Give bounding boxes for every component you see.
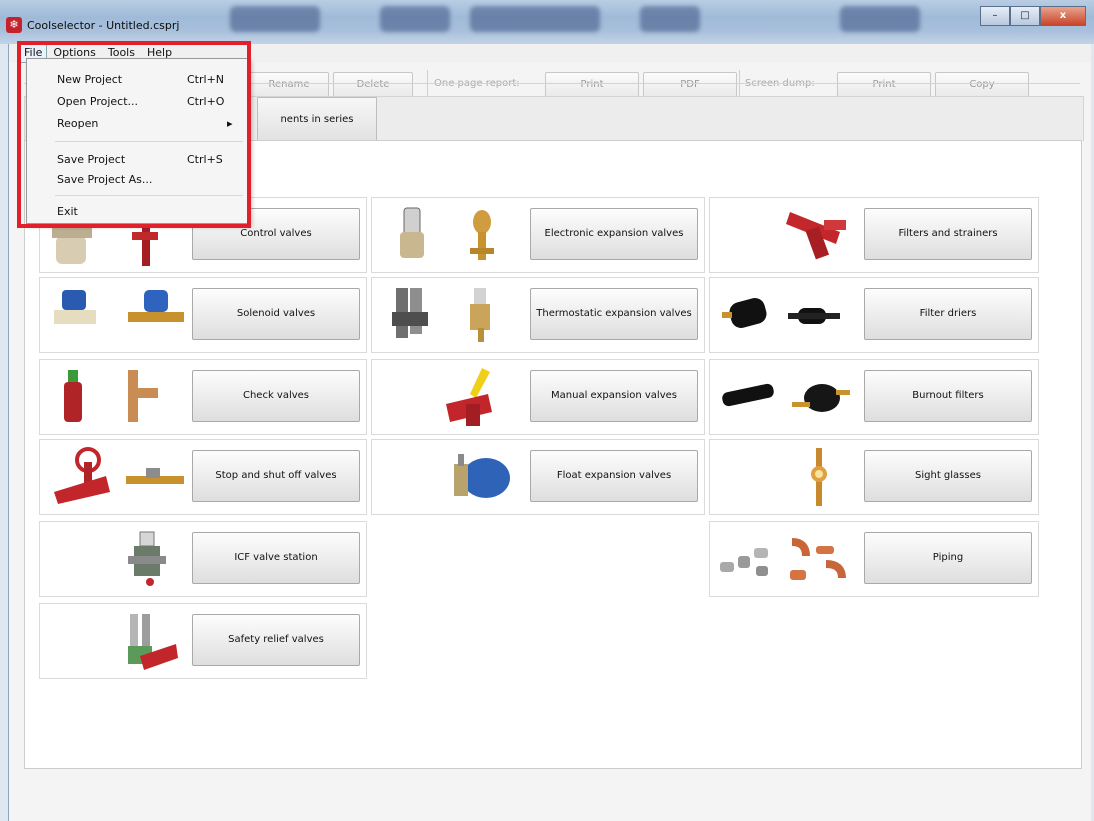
app-logo-icon[interactable]: ❄: [6, 17, 22, 33]
manual-expansion-valve-icon: [446, 368, 492, 426]
filters-and-strainers-button[interactable]: Filters and strainers: [864, 208, 1032, 260]
thermostatic-expansion-valve-icon: [392, 288, 490, 342]
dump-print-button[interactable]: Print: [837, 72, 931, 98]
check-valve-icon: [64, 370, 158, 422]
electronic-expansion-valves-button[interactable]: Electronic expansion valves: [530, 208, 698, 260]
stop-and-shut-off-valves-button[interactable]: Stop and shut off valves: [192, 450, 360, 502]
panel-sight-glasses: Sight glasses: [709, 439, 1039, 515]
report-pdf-button[interactable]: PDF: [643, 72, 737, 98]
rename-button[interactable]: Rename: [249, 72, 329, 98]
toolbar-separator: [739, 70, 740, 98]
filter-strainer-icon: [786, 212, 846, 260]
title-bar-reflection: [380, 6, 450, 32]
float-expansion-valves-button[interactable]: Float expansion valves: [530, 450, 698, 502]
float-expansion-valve-icon: [454, 454, 510, 498]
panel-piping: Piping: [709, 521, 1039, 597]
thermostatic-expansion-valves-button[interactable]: Thermostatic expansion valves: [530, 288, 698, 340]
maximize-button[interactable]: □: [1010, 6, 1040, 26]
panel-filters-and-strainers: Filters and strainers: [709, 197, 1039, 273]
solenoid-valves-button[interactable]: Solenoid valves: [192, 288, 360, 340]
solenoid-valve-icon: [54, 290, 184, 324]
icf-valve-station-icon: [128, 531, 166, 586]
check-valves-button[interactable]: Check valves: [192, 370, 360, 422]
panel-burnout-filters: Burnout filters: [709, 359, 1039, 435]
title-bar: ❄ Coolselector - Untitled.csprj – □ x: [0, 0, 1094, 44]
title-bar-reflection: [470, 6, 600, 32]
title-bar-reflection: [640, 6, 700, 32]
window-title: Coolselector - Untitled.csprj: [27, 19, 180, 32]
manual-expansion-valves-button[interactable]: Manual expansion valves: [530, 370, 698, 422]
minimize-button[interactable]: –: [980, 6, 1010, 26]
panel-icf-valve-station: ICF valve station: [39, 521, 367, 597]
icf-valve-station-button[interactable]: ICF valve station: [192, 532, 360, 584]
panel-float-expansion-valves: Float expansion valves: [371, 439, 705, 515]
dump-copy-button[interactable]: Copy: [935, 72, 1029, 98]
piping-icon: [720, 538, 846, 580]
electronic-expansion-valve-icon: [400, 207, 494, 260]
panel-check-valves: Check valves: [39, 359, 367, 435]
piping-button[interactable]: Piping: [864, 532, 1032, 584]
tab-components-in-series[interactable]: nents in series: [257, 97, 377, 143]
report-print-button[interactable]: Print: [545, 72, 639, 98]
panel-solenoid-valves: Solenoid valves: [39, 277, 367, 353]
safety-relief-valves-button[interactable]: Safety relief valves: [192, 614, 360, 666]
safety-relief-valve-icon: [128, 614, 178, 670]
stop-shut-off-valve-icon: [54, 447, 184, 504]
close-button[interactable]: x: [1040, 6, 1086, 26]
filter-drier-icon: [722, 298, 840, 328]
component-grid: Control valves Electronic expansion valv…: [24, 140, 1082, 769]
title-bar-reflection: [230, 6, 320, 32]
title-bar-reflection: [840, 6, 920, 32]
filter-driers-button[interactable]: Filter driers: [864, 288, 1032, 340]
panel-stop-and-shut-off-valves: Stop and shut off valves: [39, 439, 367, 515]
panel-filter-driers: Filter driers: [709, 277, 1039, 353]
sight-glass-icon: [811, 448, 827, 506]
burnout-filter-icon: [722, 383, 850, 412]
highlight-box: [17, 41, 251, 228]
panel-manual-expansion-valves: Manual expansion valves: [371, 359, 705, 435]
panel-safety-relief-valves: Safety relief valves: [39, 603, 367, 679]
delete-button[interactable]: Delete: [333, 72, 413, 98]
panel-electronic-expansion-valves: Electronic expansion valves: [371, 197, 705, 273]
toolbar-separator: [427, 70, 428, 98]
burnout-filters-button[interactable]: Burnout filters: [864, 370, 1032, 422]
sight-glasses-button[interactable]: Sight glasses: [864, 450, 1032, 502]
panel-thermostatic-expansion-valves: Thermostatic expansion valves: [371, 277, 705, 353]
